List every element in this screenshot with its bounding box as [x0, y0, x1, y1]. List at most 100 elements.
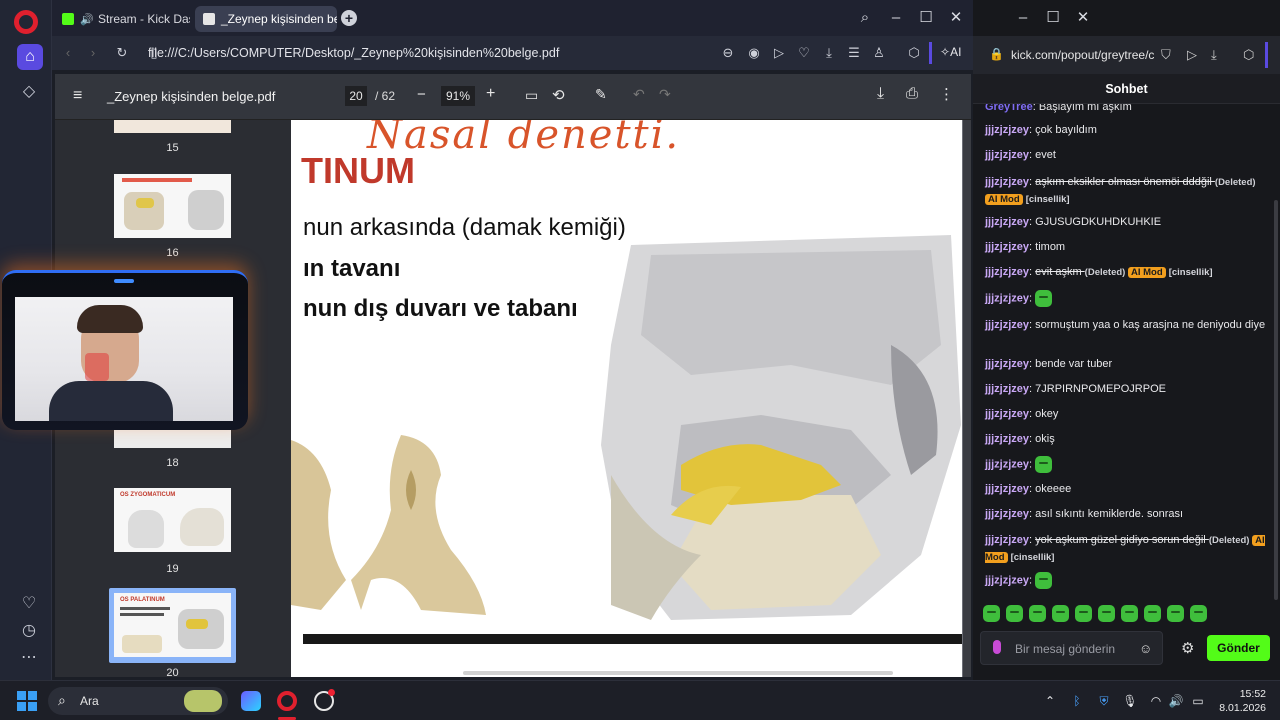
- emote-icon[interactable]: [1144, 605, 1161, 622]
- zoom-icon[interactable]: ⊖: [720, 45, 736, 61]
- more-icon[interactable]: ⋯: [16, 644, 42, 670]
- chat-scrollbar[interactable]: [1274, 200, 1278, 600]
- chat-username[interactable]: jjjzjzjzey: [985, 266, 1029, 278]
- chat-username[interactable]: jjjzjzjzey: [985, 216, 1029, 228]
- chat-username[interactable]: GreyTree: [985, 104, 1033, 113]
- emote-icon[interactable]: [1029, 605, 1046, 622]
- maximize-button[interactable]: ☐: [916, 8, 936, 28]
- chat-username[interactable]: jjjzjzjzey: [985, 534, 1029, 546]
- opera-logo-icon[interactable]: [14, 10, 38, 34]
- thumbnail-page-15[interactable]: [114, 120, 231, 133]
- chat-username[interactable]: jjjzjzjzey: [985, 124, 1029, 136]
- tab-stream[interactable]: 🔊 Stream - Kick Dashboard: [54, 6, 190, 32]
- minimize-button[interactable]: –: [1013, 8, 1033, 28]
- clock-date[interactable]: 8.01.2026: [1214, 702, 1266, 714]
- forward-icon[interactable]: ›: [85, 45, 101, 61]
- maximize-button[interactable]: ☐: [1043, 8, 1063, 28]
- chat-username[interactable]: jjjzjzjzey: [985, 574, 1029, 586]
- chat-username[interactable]: jjjzjzjzey: [985, 433, 1029, 445]
- microphone-icon[interactable]: 🎙: [1122, 693, 1138, 709]
- battery-icon[interactable]: ▭: [1190, 693, 1206, 709]
- extensions-icon[interactable]: ⬡: [1243, 47, 1254, 63]
- ai-button[interactable]: ✧AI: [940, 45, 961, 59]
- print-icon[interactable]: ⎙: [906, 85, 918, 102]
- chat-username[interactable]: jjjzjzjzey: [985, 383, 1029, 395]
- easy-setup-icon[interactable]: ☰: [846, 45, 862, 61]
- opera-taskbar-icon[interactable]: [277, 691, 297, 711]
- bluetooth-icon[interactable]: ᛒ: [1069, 693, 1085, 709]
- chat-username[interactable]: jjjzjzjzey: [985, 458, 1029, 470]
- reload-icon[interactable]: ↻: [114, 45, 130, 61]
- zoom-input[interactable]: 91%: [441, 86, 475, 106]
- chat-username[interactable]: jjjzjzjzey: [985, 176, 1029, 188]
- rotate-icon[interactable]: ⟲: [552, 86, 565, 104]
- horizontal-scrollbar[interactable]: [463, 671, 893, 675]
- annotate-icon[interactable]: ✎: [595, 86, 607, 103]
- emote-icon[interactable]: [1121, 605, 1138, 622]
- security-shield-icon[interactable]: ⛨: [1096, 693, 1112, 709]
- speaker-icon[interactable]: 🔊: [80, 13, 94, 26]
- undo-icon[interactable]: ↶: [633, 86, 645, 103]
- zoom-out-button[interactable]: −: [417, 86, 426, 103]
- settings-gear-icon[interactable]: ⚙: [1181, 639, 1194, 657]
- history-icon[interactable]: ◷: [16, 617, 42, 643]
- page-number-input[interactable]: 20: [345, 86, 367, 106]
- url-field[interactable]: file:///C:/Users/COMPUTER/Desktop/_Zeyne…: [138, 41, 683, 65]
- profile-icon[interactable]: ♙: [871, 45, 887, 61]
- chat-username[interactable]: jjjzjzjzey: [985, 358, 1029, 370]
- emote-icon[interactable]: [1006, 605, 1023, 622]
- thumbnail-page-20[interactable]: OS PALATINUM: [114, 593, 231, 657]
- chevron-up-icon[interactable]: ⌃: [1042, 693, 1058, 709]
- thumbnail-page-16[interactable]: [114, 174, 231, 238]
- extensions-icon[interactable]: ⬡: [906, 45, 922, 61]
- clock-time[interactable]: 15:52: [1228, 688, 1266, 700]
- taskbar-search[interactable]: ⌕ Ara: [48, 687, 228, 715]
- chat-username[interactable]: jjjzjzjzey: [985, 483, 1029, 495]
- send-icon[interactable]: ▷: [1187, 47, 1197, 63]
- chat-input-placeholder[interactable]: Bir mesaj gönderin: [1015, 642, 1115, 656]
- vertical-scrollbar[interactable]: [963, 120, 971, 677]
- emote-icon[interactable]: [1075, 605, 1092, 622]
- redo-icon[interactable]: ↷: [659, 86, 671, 103]
- wifi-icon[interactable]: ◠: [1148, 693, 1164, 709]
- microsoft-365-icon[interactable]: [241, 691, 261, 711]
- back-icon[interactable]: ‹: [60, 45, 76, 61]
- chat-username[interactable]: jjjzjzjzey: [985, 149, 1029, 161]
- emote-icon[interactable]: [1098, 605, 1115, 622]
- emote-icon[interactable]: [983, 605, 1000, 622]
- start-icon[interactable]: [17, 691, 37, 711]
- chat-username[interactable]: jjjzjzjzey: [985, 508, 1029, 520]
- close-button[interactable]: ✕: [946, 8, 966, 28]
- send-button[interactable]: Gönder: [1207, 635, 1270, 661]
- minimize-button[interactable]: –: [886, 8, 906, 28]
- zoom-in-button[interactable]: +: [486, 85, 495, 103]
- emoji-icon[interactable]: ☺: [1139, 641, 1152, 656]
- camera-icon[interactable]: ◉: [746, 45, 762, 61]
- tab-pdf[interactable]: _Zeynep kişisinden belge.pdf: [195, 6, 337, 32]
- chat-username[interactable]: jjjzjzjzey: [985, 241, 1029, 253]
- pin-icon[interactable]: ◇: [16, 78, 42, 104]
- thumbnail-page-18[interactable]: [114, 430, 231, 448]
- download-icon[interactable]: ⤓: [821, 45, 837, 61]
- fit-page-icon[interactable]: ▭: [525, 87, 538, 104]
- microphone-icon[interactable]: [993, 640, 1001, 654]
- thumbnail-page-19[interactable]: OS ZYGOMATICUM: [114, 488, 231, 552]
- more-options-icon[interactable]: ⋮: [939, 85, 954, 103]
- shield-icon[interactable]: ⛉: [1161, 47, 1171, 63]
- home-icon[interactable]: ⌂: [17, 44, 43, 70]
- heart-icon[interactable]: ♡: [796, 45, 812, 61]
- menu-icon[interactable]: ≡: [73, 87, 82, 105]
- chat-username[interactable]: jjjzjzjzey: [985, 319, 1029, 331]
- heart-icon[interactable]: ♡: [16, 590, 42, 616]
- emote-icon[interactable]: [1167, 605, 1184, 622]
- download-icon[interactable]: ⤓: [877, 85, 884, 103]
- chat-username[interactable]: jjjzjzjzey: [985, 292, 1029, 304]
- download-icon[interactable]: ⤓: [1211, 47, 1217, 63]
- chat-input-box[interactable]: Bir mesaj gönderin ☺: [980, 631, 1163, 665]
- search-tabs-icon[interactable]: ⌕: [855, 8, 875, 28]
- send-icon[interactable]: ▷: [771, 45, 787, 61]
- kick-url[interactable]: kick.com/popout/greytree/c: [1011, 48, 1154, 62]
- close-button[interactable]: ✕: [1073, 8, 1093, 28]
- emote-icon[interactable]: [1190, 605, 1207, 622]
- new-tab-button[interactable]: +: [341, 10, 357, 26]
